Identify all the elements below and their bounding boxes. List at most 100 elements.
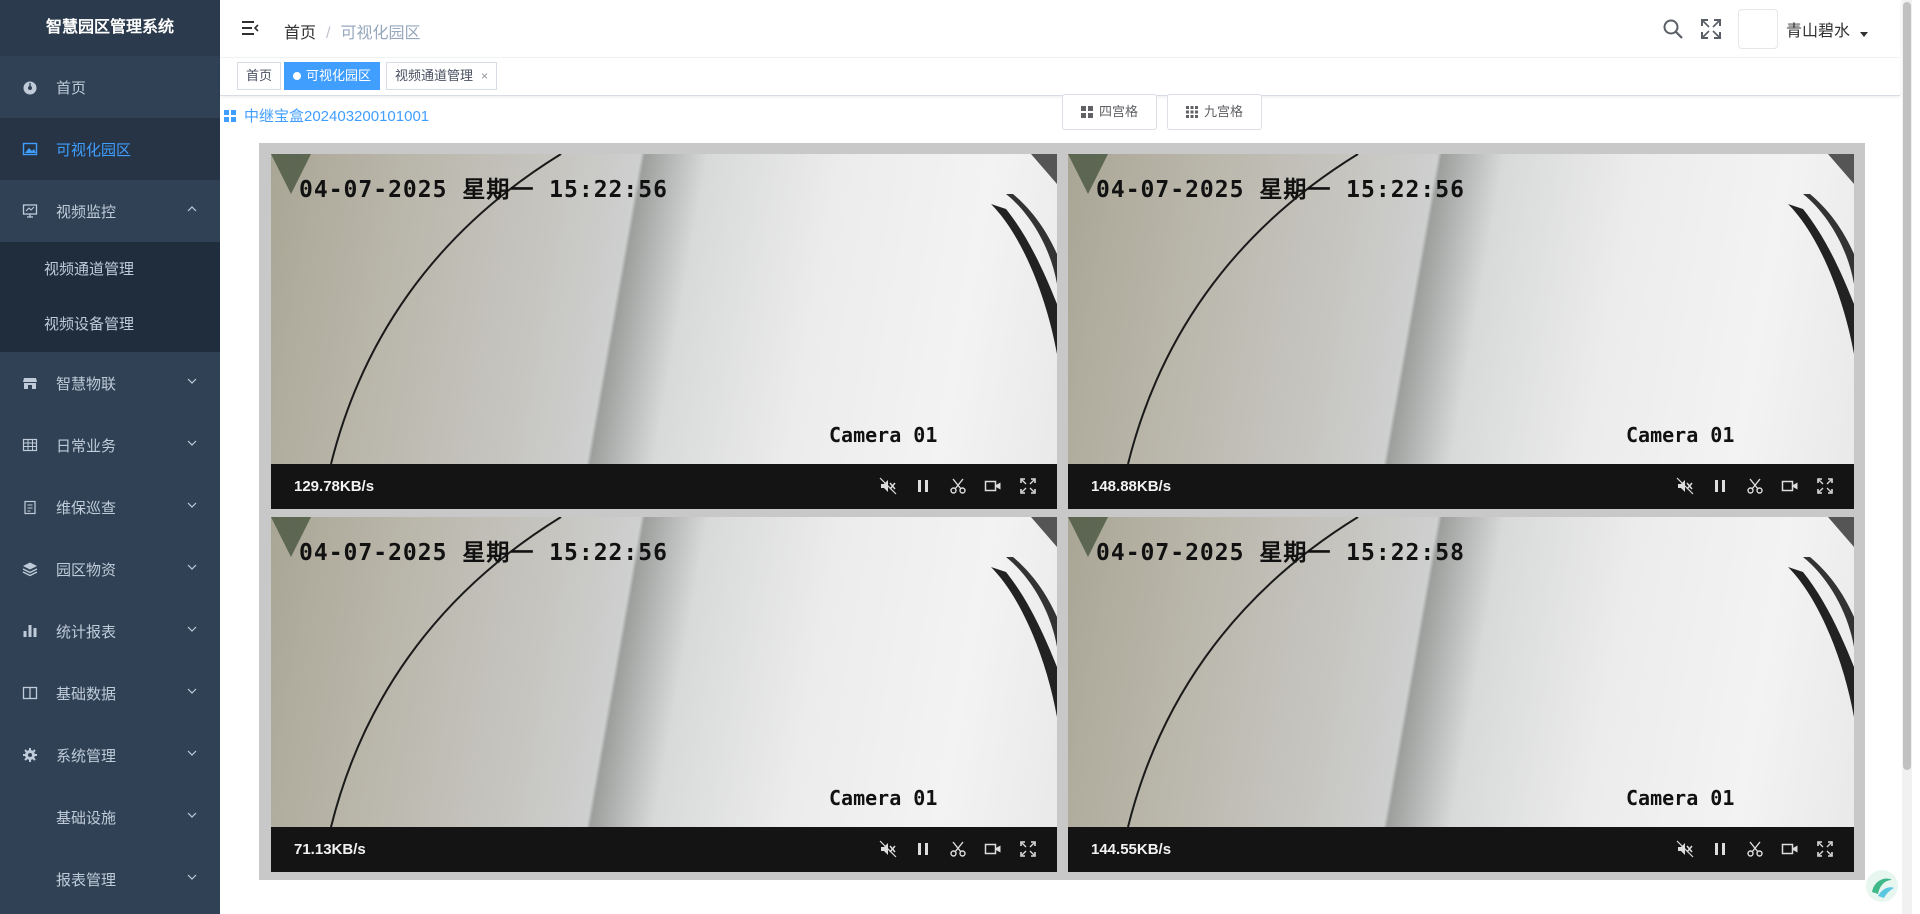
video-control-bar: 129.78KB/s xyxy=(271,464,1057,509)
submenu-item-video-channel[interactable]: 视频通道管理 xyxy=(0,242,220,297)
nine-grid-button[interactable]: 九宫格 xyxy=(1167,94,1263,130)
breadcrumb-home[interactable]: 首页 xyxy=(284,25,316,42)
close-icon[interactable]: × xyxy=(481,69,488,83)
username[interactable]: 青山碧水 xyxy=(1786,17,1850,41)
tags-view: 首页 可视化园区 视频通道管理 × xyxy=(220,58,1900,96)
chevron-down-icon xyxy=(187,688,197,694)
tag-label: 视频通道管理 xyxy=(395,68,474,83)
bitrate-text: 144.55KB/s xyxy=(1091,841,1172,858)
fullscreen-icon[interactable] xyxy=(1816,840,1834,858)
sidebar-item-label: 视频监控 xyxy=(56,203,117,221)
fullscreen-icon[interactable] xyxy=(1019,840,1037,858)
screenshot-scissors-icon[interactable] xyxy=(949,840,967,858)
video-cell[interactable]: 04-07-2025 星期一 15:22:56 Camera 01 129.78KB… xyxy=(271,154,1057,509)
sidebar-item-maintenance[interactable]: 维保巡查 xyxy=(0,476,220,538)
table-icon xyxy=(22,437,38,453)
caret-down-icon[interactable] xyxy=(1860,30,1868,38)
sidebar-item-statistics[interactable]: 统计报表 xyxy=(0,600,220,662)
device-title[interactable]: 中继宝盒202403200101001 xyxy=(224,105,429,126)
record-icon[interactable] xyxy=(1781,477,1799,495)
sidebar-item-visual-park[interactable]: 可视化园区 xyxy=(0,118,220,180)
screenshot-scissors-icon[interactable] xyxy=(1746,477,1764,495)
screenshot-scissors-icon[interactable] xyxy=(949,477,967,495)
app-logo-title: 智慧园区管理系统 xyxy=(0,0,220,56)
sidebar-item-system[interactable]: 系统管理 xyxy=(0,724,220,786)
video-controls xyxy=(862,840,1037,858)
layers-icon xyxy=(22,561,38,577)
pause-icon[interactable] xyxy=(1711,840,1729,858)
gear-icon xyxy=(22,747,38,763)
submenu-item-video-device[interactable]: 视频设备管理 xyxy=(0,297,220,352)
sidebar-item-video-monitor[interactable]: 视频监控 xyxy=(0,180,220,242)
video-cell[interactable]: 04-07-2025 星期一 15:22:56 Camera 01 148.88KB… xyxy=(1068,154,1854,509)
video-control-bar: 71.13KB/s xyxy=(271,827,1057,872)
dashboard-icon xyxy=(22,79,38,95)
sidebar-item-label: 日常业务 xyxy=(56,437,117,455)
chevron-down-icon xyxy=(187,502,197,508)
camera-feed: 04-07-2025 星期一 15:22:58 Camera 01 xyxy=(1068,517,1854,827)
video-controls xyxy=(1659,840,1834,858)
sidebar-item-basic-data[interactable]: 基础数据 xyxy=(0,662,220,724)
sidebar-item-infrastructure[interactable]: 基础设施 xyxy=(0,786,220,848)
mute-icon[interactable] xyxy=(1676,840,1694,858)
assistant-logo-icon[interactable] xyxy=(1864,868,1900,904)
camera-timestamp: 04-07-2025 星期一 15:22:56 xyxy=(299,177,668,203)
breadcrumb-current: 可视化园区 xyxy=(340,25,421,42)
camera-feed: 04-07-2025 星期一 15:22:56 Camera 01 xyxy=(1068,154,1854,464)
sidebar-item-report-management[interactable]: 报表管理 xyxy=(0,848,220,910)
shop-icon xyxy=(22,375,38,391)
pause-icon[interactable] xyxy=(1711,477,1729,495)
pause-icon[interactable] xyxy=(914,840,932,858)
chevron-up-icon xyxy=(187,206,197,212)
scrollbar-thumb[interactable] xyxy=(1903,2,1911,770)
mute-icon[interactable] xyxy=(879,477,897,495)
mute-icon[interactable] xyxy=(879,840,897,858)
page-scrollbar[interactable] xyxy=(1902,0,1912,914)
fullscreen-icon[interactable] xyxy=(1816,477,1834,495)
chevron-down-icon xyxy=(187,874,197,880)
tag-video-channel[interactable]: 视频通道管理 × xyxy=(386,62,498,90)
pause-icon[interactable] xyxy=(914,477,932,495)
four-grid-button[interactable]: 四宫格 xyxy=(1062,94,1158,130)
sidebar-item-home[interactable]: 首页 xyxy=(0,56,220,118)
sidebar-item-daily-business[interactable]: 日常业务 xyxy=(0,414,220,476)
header-right: 青山碧水 xyxy=(1662,0,1868,57)
sidebar-item-label: 报表管理 xyxy=(56,871,117,889)
video-cell[interactable]: 04-07-2025 星期一 15:22:56 Camera 01 71.13KB/… xyxy=(271,517,1057,872)
chevron-down-icon xyxy=(187,564,197,570)
bitrate-text: 129.78KB/s xyxy=(294,478,375,495)
tag-home[interactable]: 首页 xyxy=(237,62,282,90)
sidebar-item-park-supplies[interactable]: 园区物资 xyxy=(0,538,220,600)
fullscreen-icon[interactable] xyxy=(1700,18,1722,40)
hamburger-menu-icon[interactable] xyxy=(240,18,260,38)
button-label: 四宫格 xyxy=(1099,104,1139,119)
sidebar-item-label: 园区物资 xyxy=(56,561,117,579)
video-cell[interactable]: 04-07-2025 星期一 15:22:58 Camera 01 144.55KB… xyxy=(1068,517,1854,872)
camera-label: Camera 01 xyxy=(829,423,938,447)
camera-timestamp: 04-07-2025 星期一 15:22:56 xyxy=(299,540,668,566)
tag-visual-park[interactable]: 可视化园区 xyxy=(284,62,381,90)
sidebar: 智慧园区管理系统 首页 可视化园区 视频监控 视频通道管理 视频设备管理 智慧物… xyxy=(0,0,220,914)
bar-chart-icon xyxy=(22,623,38,639)
screenshot-scissors-icon[interactable] xyxy=(1746,840,1764,858)
sidebar-item-smart-iot[interactable]: 智慧物联 xyxy=(0,352,220,414)
record-icon[interactable] xyxy=(1781,840,1799,858)
video-controls xyxy=(862,477,1037,495)
video-monitor-submenu: 视频通道管理 视频设备管理 xyxy=(0,242,220,352)
record-icon[interactable] xyxy=(984,840,1002,858)
breadcrumb-separator: / xyxy=(326,25,331,42)
columns-icon xyxy=(22,685,38,701)
grid-icon xyxy=(224,109,236,122)
record-icon[interactable] xyxy=(984,477,1002,495)
sidebar-item-label: 可视化园区 xyxy=(56,141,132,159)
avatar[interactable] xyxy=(1737,8,1778,49)
picture-icon xyxy=(22,141,38,157)
fullscreen-icon[interactable] xyxy=(1019,477,1037,495)
tag-label: 可视化园区 xyxy=(306,68,372,83)
sidebar-item-label: 基础数据 xyxy=(56,685,117,703)
video-control-bar: 148.88KB/s xyxy=(1068,464,1854,509)
nine-grid-icon xyxy=(1186,106,1198,118)
bitrate-text: 148.88KB/s xyxy=(1091,478,1172,495)
mute-icon[interactable] xyxy=(1676,477,1694,495)
search-icon[interactable] xyxy=(1662,18,1684,40)
